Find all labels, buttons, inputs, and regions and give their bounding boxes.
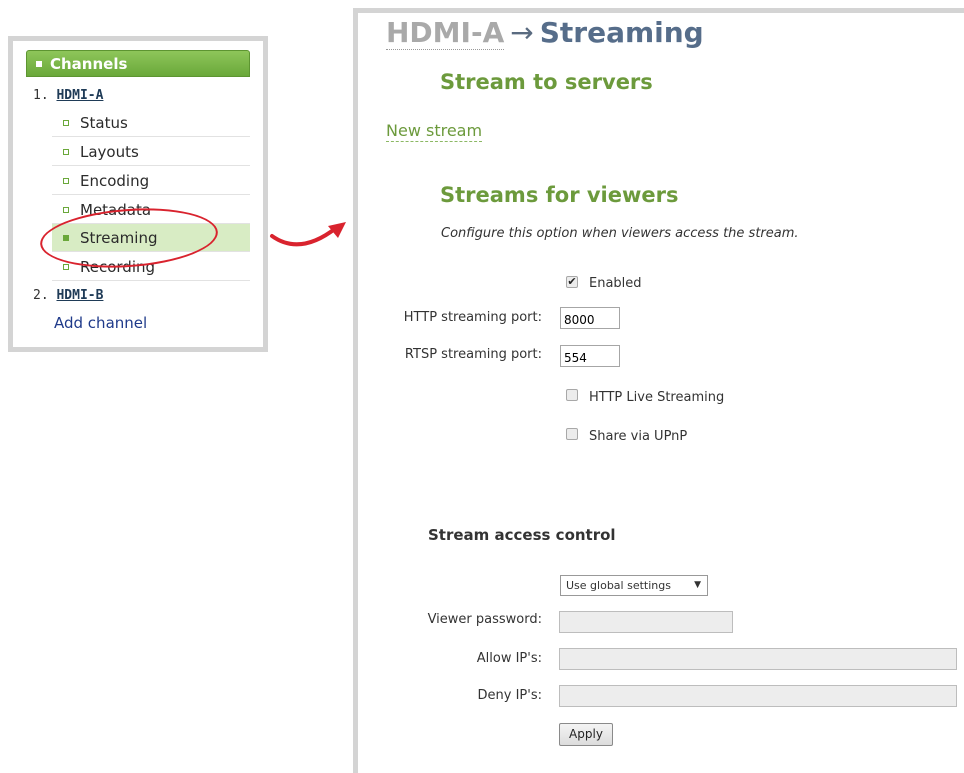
curved-arrow-icon [270,222,346,247]
dropdown-caret-icon: ▼ [694,580,701,590]
channels-header-label: Channels [50,55,128,73]
enabled-label: Enabled [589,276,642,291]
sidebar-item-label: Encoding [80,172,150,190]
breadcrumb-current: Streaming [539,16,704,49]
breadcrumb-separator: → [510,16,534,49]
square-bullet-icon [63,177,69,184]
new-stream-link[interactable]: New stream [386,121,483,142]
sidebar-item-status[interactable]: Status [52,109,250,137]
http-port-input[interactable] [560,307,620,329]
add-channel-link[interactable]: Add channel [54,314,147,332]
square-bullet-icon [63,206,69,213]
deny-ips-label: Deny IP's: [477,688,542,703]
stream-to-servers-heading: Stream to servers [440,70,653,94]
stream-access-control-heading: Stream access control [428,526,616,544]
checkmark-icon: ✔ [567,275,577,288]
rtsp-port-input[interactable] [560,345,620,367]
viewers-hint: Configure this option when viewers acces… [441,226,799,241]
apply-button[interactable]: Apply [559,723,613,746]
access-mode-select[interactable]: Use global settings ▼ [560,575,708,596]
sidebar-item-label: Layouts [80,143,139,161]
breadcrumb-channel[interactable]: HDMI-A [386,16,505,50]
channel-number: 1. [33,88,49,103]
square-bullet-icon [63,148,69,155]
allow-ips-input[interactable] [559,648,957,670]
sidebar-item-layouts[interactable]: Layouts [52,138,250,166]
channels-header[interactable]: Channels [26,50,250,77]
streams-for-viewers-heading: Streams for viewers [440,183,679,207]
enabled-checkbox[interactable]: ✔ [566,276,578,288]
hls-checkbox[interactable] [566,389,578,401]
deny-ips-input[interactable] [559,685,957,707]
channel-link-hdmi-b[interactable]: HDMI-B [56,288,103,303]
upnp-checkbox[interactable] [566,428,578,440]
channel-hdmi-a[interactable]: 1. HDMI-A [33,88,103,103]
rtsp-port-label: RTSP streaming port: [404,347,542,362]
square-bullet-icon [63,119,69,126]
channel-number: 2. [33,288,49,303]
viewer-password-label: Viewer password: [427,612,542,627]
http-port-label: HTTP streaming port: [403,310,542,325]
sidebar-item-encoding[interactable]: Encoding [52,167,250,195]
sidebar-item-label: Status [80,114,128,132]
square-bullet-icon [63,263,69,270]
channel-link-hdmi-a[interactable]: HDMI-A [56,88,103,103]
allow-ips-label: Allow IP's: [476,651,542,666]
bullet-icon [36,60,42,67]
access-mode-value: Use global settings [566,579,671,592]
hls-label: HTTP Live Streaming [589,390,725,405]
channel-hdmi-b[interactable]: 2. HDMI-B [33,288,103,303]
viewer-password-input[interactable] [559,611,733,633]
upnp-label: Share via UPnP [589,429,688,444]
page-title: HDMI-A → Streaming [386,16,704,50]
